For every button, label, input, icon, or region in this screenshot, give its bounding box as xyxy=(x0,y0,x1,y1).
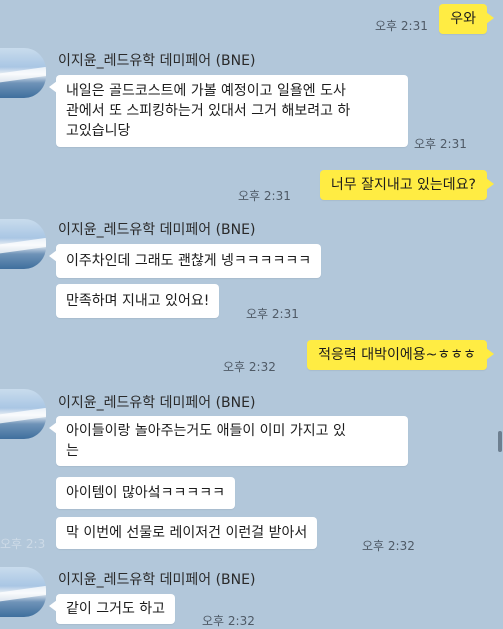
message-text-line: 관에서 또 스피킹하는거 있대서 그거 해보려고 하 xyxy=(66,103,351,119)
message-text-line: 내일은 골드코스트에 가볼 예정이고 일욜엔 도사 xyxy=(66,83,346,99)
message-text: 아이템이 많아섴ㅋㅋㅋㅋㅋ xyxy=(66,485,226,501)
incoming-message-bubble[interactable]: 아이들이랑 놀아주는거도 애들이 이미 가지고 있 는 xyxy=(49,416,408,466)
message-text: 막 이번에 선물로 레이저건 이런걸 받아서 xyxy=(66,525,308,541)
message-time: 오후 2:31 xyxy=(375,19,428,33)
message-text: 만족하며 지내고 있어요! xyxy=(66,293,210,309)
sender-avatar[interactable] xyxy=(0,219,46,269)
message-text: 같이 그거도 하고 xyxy=(66,601,166,617)
sender-name: 이지윤_레드유학 데미페어 (BNE) xyxy=(58,395,256,411)
sender-name: 이지윤_레드유학 데미페어 (BNE) xyxy=(58,572,256,588)
message-time: 오후 2:31 xyxy=(246,307,299,321)
sender-avatar[interactable] xyxy=(0,567,46,617)
sender-name: 이지윤_레드유학 데미페어 (BNE) xyxy=(58,222,256,238)
incoming-message-bubble[interactable]: 이주차인데 그래도 괜찮게 넹ㅋㅋㅋㅋㅋㅋ xyxy=(48,244,322,278)
faint-overlay-text: 오후 2:3 xyxy=(0,537,46,551)
message-time: 오후 2:32 xyxy=(223,360,276,374)
scrollbar-thumb[interactable] xyxy=(498,431,502,452)
message-time: 오후 2:31 xyxy=(238,189,291,203)
sender-name: 이지윤_레드유학 데미페어 (BNE) xyxy=(58,53,256,69)
incoming-message-bubble[interactable]: 아이템이 많아섴ㅋㅋㅋㅋㅋ xyxy=(56,477,236,509)
message-time: 오후 2:32 xyxy=(202,614,255,628)
message-text: 너무 잘지내고 있는데요? xyxy=(330,177,476,193)
sender-avatar[interactable] xyxy=(0,48,46,98)
incoming-message-bubble[interactable]: 만족하며 지내고 있어요! xyxy=(56,284,220,318)
outgoing-message-bubble[interactable]: 우와 xyxy=(439,4,494,34)
incoming-message-bubble[interactable]: 내일은 골드코스트에 가볼 예정이고 일욜엔 도사 관에서 또 스피킹하는거 있… xyxy=(49,75,408,147)
incoming-message-bubble[interactable]: 같이 그거도 하고 xyxy=(48,594,176,624)
incoming-message-bubble[interactable]: 막 이번에 선물로 레이저건 이런걸 받아서 xyxy=(56,517,318,549)
outgoing-message-bubble[interactable]: 너무 잘지내고 있는데요? xyxy=(319,170,495,200)
message-text-line: 아이들이랑 놀아주는거도 애들이 이미 가지고 있 xyxy=(66,423,346,439)
message-time: 오후 2:32 xyxy=(362,539,415,553)
message-text-line: 고있습니당 xyxy=(66,123,131,139)
message-text: 적응력 대박이에용~ㅎㅎㅎ xyxy=(318,347,476,363)
message-text: 우와 xyxy=(450,11,476,27)
message-text: 이주차인데 그래도 괜찮게 넹ㅋㅋㅋㅋㅋㅋ xyxy=(66,253,312,269)
chat-message-list[interactable]: 우와 오후 2:31 이지윤_레드유학 데미페어 (BNE) 내일은 골드코스트… xyxy=(0,0,503,628)
sender-avatar[interactable] xyxy=(0,389,46,439)
message-text-line: 는 xyxy=(66,443,79,459)
message-time: 오후 2:31 xyxy=(414,137,467,151)
outgoing-message-bubble[interactable]: 적응력 대박이에용~ㅎㅎㅎ xyxy=(307,340,494,370)
